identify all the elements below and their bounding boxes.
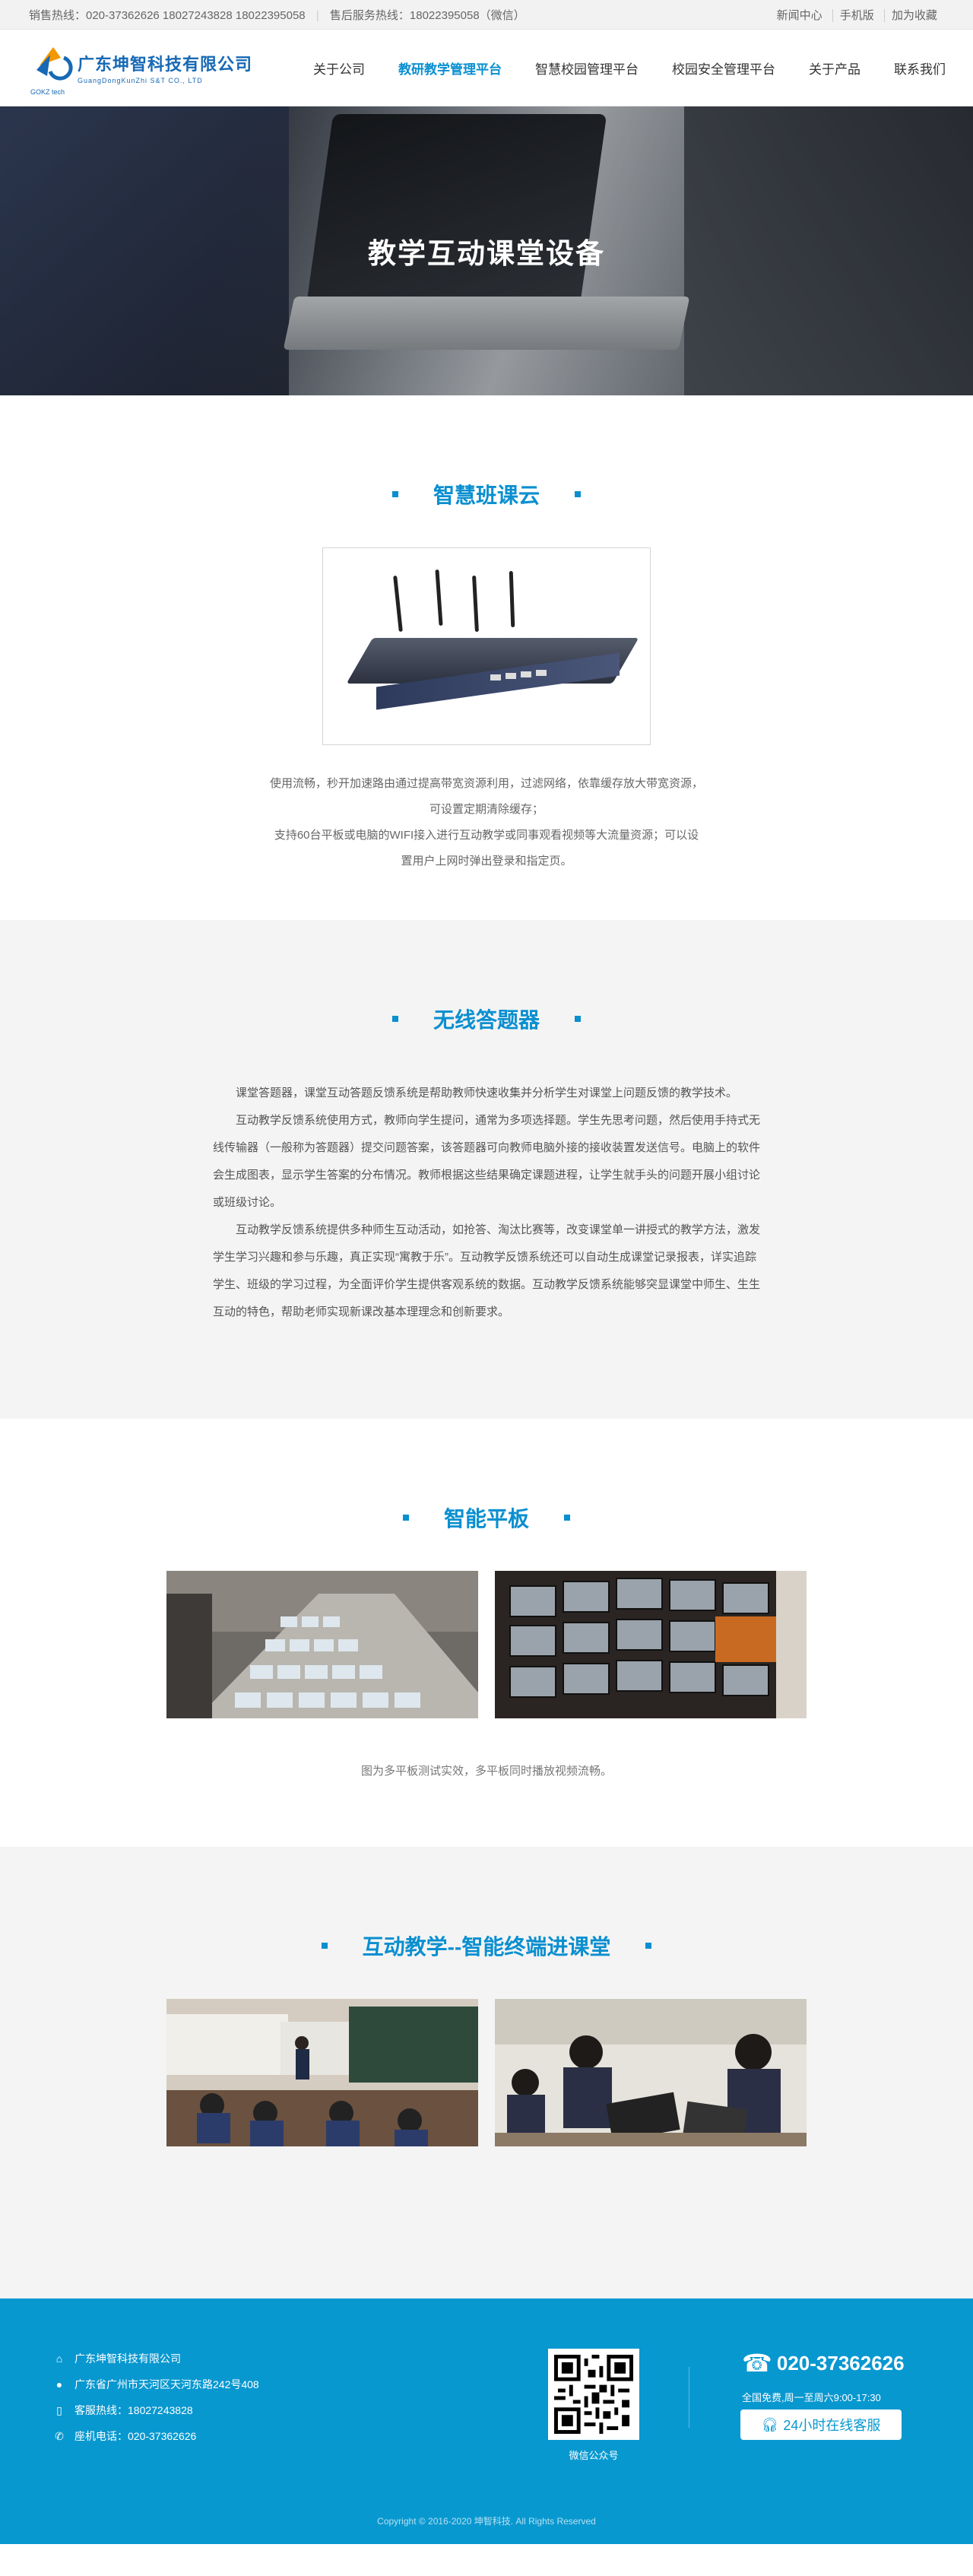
copyright: Copyright © 2016-2020 坤智科技. All Rights R… (377, 2516, 596, 2527)
router-image (322, 547, 651, 745)
section-interactive-teaching: 互动教学--智能终端进课堂 (0, 1847, 973, 2298)
nav-products[interactable]: 关于产品 (809, 59, 860, 78)
tablet-caption: 图为多平板测试实效，多平板同时播放视频流畅。 (360, 1765, 612, 1778)
router-port (490, 674, 501, 680)
service-hours: 全国免费,周一至周六9:00-17:30 (742, 2392, 881, 2403)
antenna (435, 569, 443, 627)
section-body: 课堂答题器，课堂互动答题反馈系统是帮助教师快速收集并分析学生对课堂上问题反馈的教… (213, 1080, 760, 1419)
title-dot-right (645, 1943, 652, 1949)
photo-row (0, 1571, 973, 1718)
section-title: 智慧班课云 (0, 479, 973, 509)
logo-text: 广东坤智科技有限公司 GuangDongKunZhi S&T CO., LTD (78, 51, 252, 84)
description-line: 置用户上网时弹出登录和指定页。 (401, 855, 572, 868)
footer-service-phone: 客服热线：18027243828 (74, 2404, 193, 2416)
section-title-text: 智慧班课云 (433, 484, 540, 507)
header: GOKZ tech 广东坤智科技有限公司 GuangDongKunZhi S&T… (0, 30, 973, 106)
classroom-photo-1 (166, 1999, 478, 2146)
logo-mark-text: GOKZ tech (30, 88, 65, 96)
footer-company: 广东坤智科技有限公司 (74, 2352, 181, 2365)
antenna (509, 570, 515, 628)
title-dot-left (391, 1016, 398, 1022)
nav-teaching-platform[interactable]: 教研教学管理平台 (398, 59, 502, 78)
section-cloud: 智慧班课云 使用流畅，秒开加速路由通过提高带宽资源利用，过滤网络，依靠缓存放大带… (0, 395, 973, 920)
title-dot-left (391, 491, 398, 497)
tablet-photo-2 (495, 1571, 807, 1718)
wechat-qr-code (548, 2349, 639, 2440)
section-title-text: 无线答题器 (433, 1008, 540, 1032)
logo[interactable]: GOKZ tech 广东坤智科技有限公司 GuangDongKunZhi S&T… (30, 41, 252, 96)
headset-icon: 🎧︎ (761, 2416, 779, 2432)
service-hotline: 售后服务热线：18022395058（微信） (329, 8, 525, 22)
section-tablet: 智能平板 图为多平板测试实效，多平板同时播放视频流畅。 (0, 1419, 973, 1847)
tablet-photo-1 (166, 1571, 478, 1718)
link-mobile[interactable]: 手机版 (832, 8, 881, 22)
hero-banner: 教学互动课堂设备 (0, 106, 973, 395)
company-name-en: GuangDongKunZhi S&T CO., LTD (78, 77, 203, 84)
title-dot-right (564, 1515, 570, 1521)
footer-service-row: ▯ 客服热线：18027243828 (53, 2397, 259, 2423)
photo-row (0, 1999, 973, 2146)
section-answer-device: 无线答题器 课堂答题器，课堂互动答题反馈系统是帮助教师快速收集并分析学生对课堂上… (0, 920, 973, 1419)
footer-company-row: ⌂ 广东坤智科技有限公司 (53, 2346, 259, 2371)
section-title-text: 互动教学--智能终端进课堂 (362, 1935, 611, 1959)
section-title: 互动教学--智能终端进课堂 (0, 1930, 973, 1961)
section-title-text: 智能平板 (443, 1507, 529, 1531)
section-title: 智能平板 (0, 1502, 973, 1533)
title-dot-left (321, 1943, 328, 1949)
top-bar-left: 销售热线：020-37362626 18027243828 1802239505… (29, 7, 533, 23)
title-dot-left (402, 1515, 409, 1521)
footer-landline-row: ✆ 座机电话：020-37362626 (53, 2423, 259, 2449)
top-bar-links: 新闻中心 手机版 加为收藏 (770, 7, 944, 23)
title-dot-right (575, 491, 581, 497)
title-dot-right (575, 1016, 581, 1022)
footer-address-row: ● 广东省广州市天河区天河东路242号408 (53, 2371, 259, 2397)
section-title: 无线答题器 (0, 1004, 973, 1034)
nav-campus-safety[interactable]: 校园安全管理平台 (672, 59, 775, 78)
top-bar: 销售热线：020-37362626 18027243828 1802239505… (0, 0, 973, 30)
main-nav: 关于公司 教研教学管理平台 智慧校园管理平台 校园安全管理平台 关于产品 联系我… (280, 59, 946, 78)
footer-landline: 座机电话：020-37362626 (74, 2430, 197, 2442)
home-icon: ⌂ (55, 2352, 63, 2365)
mobile-icon: ▯ (56, 2404, 62, 2416)
banner-title: 教学互动课堂设备 (368, 238, 605, 269)
classroom-photo-2 (495, 1999, 807, 2146)
antenna (472, 575, 479, 633)
nav-contact[interactable]: 联系我们 (894, 59, 946, 78)
sales-hotline: 销售热线：020-37362626 18027243828 1802239505… (29, 8, 306, 22)
section-description: 使用流畅，秒开加速路由通过提高带宽资源利用，过滤网络，依靠缓存放大带宽资源， 可… (0, 771, 973, 920)
router-port (536, 670, 547, 676)
description-line: 支持60台平板或电脑的WIFI接入进行互动教学或同事观看视频等大流量资源；可以设 (274, 829, 699, 842)
paragraph: 互动教学反馈系统提供多种师生互动活动，如抢答、淘汰比赛等，改变课堂单一讲授式的教… (213, 1223, 761, 1318)
footer-phone-number: 020-37362626 (776, 2351, 905, 2375)
description-line: 可设置定期清除缓存； (429, 803, 544, 816)
footer-address: 广东省广州市天河区天河东路242号408 (74, 2378, 259, 2390)
footer-contact-info: ⌂ 广东坤智科技有限公司 ● 广东省广州市天河区天河东路242号408 ▯ 客服热线：… (53, 2346, 259, 2449)
footer: ⌂ 广东坤智科技有限公司 ● 广东省广州市天河区天河东路242号408 ▯ 客服热线：… (0, 2298, 973, 2544)
qr-caption: 微信公众号 (569, 2450, 619, 2461)
location-icon: ● (55, 2378, 63, 2390)
antenna (393, 575, 403, 633)
paragraph: 课堂答题器，课堂互动答题反馈系统是帮助教师快速收集并分析学生对课堂上问题反馈的教… (236, 1087, 738, 1099)
link-favorite[interactable]: 加为收藏 (883, 8, 944, 22)
nav-smart-campus[interactable]: 智慧校园管理平台 (535, 59, 639, 78)
company-name: 广东坤智科技有限公司 (78, 55, 253, 74)
router-port (506, 673, 516, 679)
nav-about[interactable]: 关于公司 (313, 59, 365, 78)
online-service-button[interactable]: 🎧︎ 24小时在线客服 (740, 2409, 902, 2440)
link-news[interactable]: 新闻中心 (770, 9, 829, 22)
footer-phone: ☎ 020-37362626 (742, 2349, 905, 2378)
separator: | (315, 8, 319, 22)
telephone-icon: ☎ (742, 2349, 772, 2377)
description-line: 使用流畅，秒开加速路由通过提高带宽资源利用，过滤网络，依靠缓存放大带宽资源， (269, 777, 703, 790)
paragraph: 互动教学反馈系统使用方式，教师向学生提问，通常为多项选择题。学生先思考问题，然后… (213, 1114, 761, 1209)
phone-icon: ✆ (55, 2430, 64, 2442)
router-port (521, 671, 531, 677)
logo-icon: GOKZ tech (30, 41, 78, 96)
online-service-label: 24小时在线客服 (783, 2418, 881, 2433)
